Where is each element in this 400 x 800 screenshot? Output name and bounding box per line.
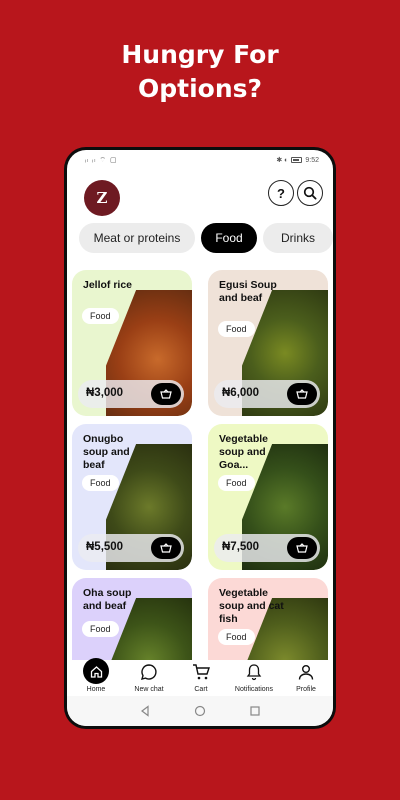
card-title: Oha soup and beaf [83,587,132,612]
search-icon[interactable] [297,180,323,206]
bottom-navigation: Home New chat Cart Notifications Profile [67,658,333,696]
basket-icon [296,389,308,399]
tab-label: Drinks [280,231,315,245]
status-icons: ✱ ◐ [276,157,289,164]
headline-line-1: Hungry For [121,40,279,69]
food-card-onugbo-soup[interactable]: Onugbo soup and beaf Food ₦5,500 [72,424,192,570]
nav-home[interactable]: Home [69,658,123,693]
tab-label: Meat or proteins [93,231,181,245]
price-pill: ₦6,000 [214,380,320,408]
person-icon [279,660,333,684]
phone-frame: ᵢₗ ᵢₗ ⌔ ▢ ✱ ◐ 9:52 Z ? Meat or proteins [64,147,336,729]
add-to-cart-button[interactable] [151,383,181,405]
card-title: Egusi Soup and beaf [219,279,277,304]
add-to-cart-button[interactable] [287,383,317,405]
nav-new-chat[interactable]: New chat [122,660,176,693]
card-tag: Food [218,475,255,491]
card-price: ₦5,500 [86,541,124,553]
back-icon[interactable] [139,705,151,717]
basket-icon [160,389,172,399]
nav-label: Profile [296,686,316,693]
card-title: Vegetable soup and Goa... [219,433,269,471]
card-tag: Food [82,475,119,491]
status-bar: ᵢₗ ᵢₗ ⌔ ▢ ✱ ◐ 9:52 [67,154,333,168]
bell-icon [227,660,281,684]
add-to-cart-button[interactable] [151,537,181,559]
card-title: Jellof rice [83,279,133,291]
battery-icon [291,157,303,163]
price-pill: ₦5,500 [78,534,184,562]
card-tag: Food [82,621,119,637]
add-to-cart-button[interactable] [287,537,317,559]
recents-icon[interactable] [249,705,261,717]
status-right: ✱ ◐ 9:52 [276,156,319,165]
basket-icon [296,543,308,553]
food-card-vegetable-soup-goat[interactable]: Vegetable soup and Goa... Food ₦7,500 [208,424,328,570]
nav-profile[interactable]: Profile [279,660,333,693]
nav-label: New chat [134,686,164,693]
logo-text: Z [96,189,108,207]
nav-label: Notifications [234,686,274,693]
signal-icons: ᵢₗ ᵢₗ ⌔ ▢ [85,157,118,164]
nav-label: Cart [194,686,208,693]
food-card-jellof-rice[interactable]: Jellof rice Food ₦3,000 [72,270,192,416]
basket-icon [160,543,172,553]
help-icon[interactable]: ? [268,180,294,206]
card-title: Vegetable soup and cat fish [219,587,284,625]
card-price: ₦3,000 [86,387,124,399]
tab-food[interactable]: Food [201,223,257,253]
card-title: Onugbo soup and beaf [83,433,130,471]
system-navigation-bar [67,696,333,726]
app-screen: ᵢₗ ᵢₗ ⌔ ▢ ✱ ◐ 9:52 Z ? Meat or proteins [67,150,333,726]
category-tabs: Meat or proteins Food Drinks [79,223,333,253]
price-pill: ₦7,500 [214,534,320,562]
card-tag: Food [218,629,255,645]
tab-meat-or-proteins[interactable]: Meat or proteins [79,223,195,253]
help-glyph: ? [277,185,285,201]
home-icon [69,658,123,684]
tab-drinks[interactable]: Drinks [263,223,333,253]
app-logo[interactable]: Z [84,180,120,216]
nav-notifications[interactable]: Notifications [227,660,281,693]
search-glyph [303,186,317,200]
nav-cart[interactable]: Cart [174,660,228,693]
chat-icon [122,660,176,684]
cart-icon [174,660,228,684]
card-tag: Food [82,308,119,324]
food-card-egusi-soup[interactable]: Egusi Soup and beaf Food ₦6,000 [208,270,328,416]
price-pill: ₦3,000 [78,380,184,408]
promo-headline: Hungry For Options? [0,38,400,106]
clock: 9:52 [305,156,319,164]
tab-label: Food [215,231,243,245]
card-tag: Food [218,321,255,337]
card-price: ₦7,500 [222,541,260,553]
home-system-icon[interactable] [194,705,206,717]
nav-label: Home [86,686,106,693]
headline-line-2: Options? [137,74,263,103]
card-price: ₦6,000 [222,387,260,399]
